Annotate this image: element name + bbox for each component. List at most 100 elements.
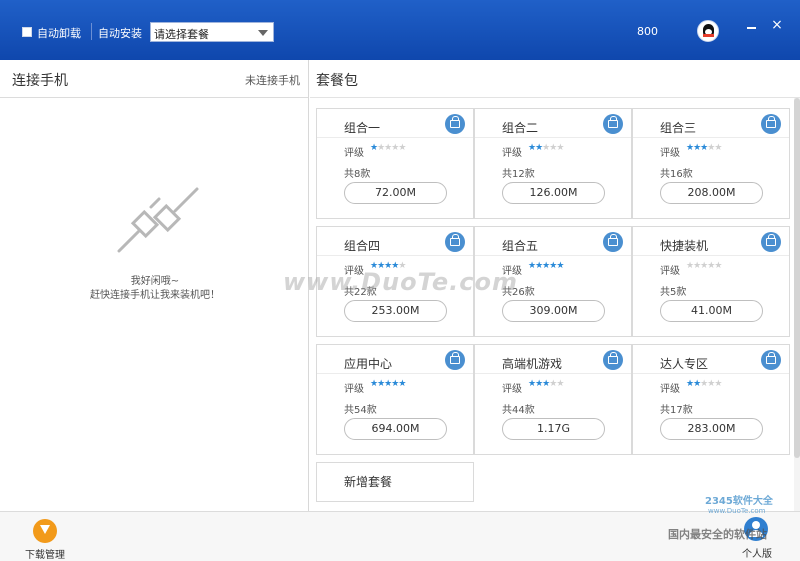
star-empty-icon: ★	[542, 143, 550, 153]
package-name: 组合二	[502, 121, 539, 135]
rating-stars: ★★★★★	[528, 143, 564, 153]
close-button[interactable]: ×	[770, 18, 784, 32]
new-package-card[interactable]: 新增套餐	[316, 462, 474, 502]
scrollbar-thumb[interactable]	[794, 98, 800, 458]
package-name: 应用中心	[344, 357, 393, 371]
package-size-button[interactable]: 283.00M	[660, 418, 763, 440]
star-empty-icon: ★	[398, 261, 406, 271]
star-filled-icon: ★	[693, 379, 701, 389]
star-filled-icon: ★	[528, 143, 536, 153]
star-filled-icon: ★	[700, 143, 708, 153]
app-count: 共16款	[660, 169, 693, 180]
star-filled-icon: ★	[528, 379, 536, 389]
package-card[interactable]: 组合二 评级 ★★★★★ 共12款 126.00M	[474, 108, 632, 219]
package-card[interactable]: 组合一 评级 ★★★★★ 共8款 72.00M	[316, 108, 474, 219]
rating-label: 评级	[344, 148, 364, 159]
package-size-button[interactable]: 694.00M	[344, 418, 447, 440]
watermark-2345-url: www.DuoTe.com	[708, 507, 766, 515]
star-empty-icon: ★	[384, 143, 392, 153]
auto-install-label[interactable]: 自动安装	[98, 25, 142, 41]
count-text: 800	[637, 25, 658, 38]
rating-label: 评级	[502, 148, 522, 159]
package-select[interactable]: 请选择套餐	[150, 22, 274, 42]
phone-panel: 连接手机 未连接手机 我好闲哦~ 赶快连接手机让我来装机吧！	[0, 60, 309, 511]
bag-icon[interactable]	[445, 114, 465, 134]
rating-label: 评级	[660, 266, 680, 277]
star-filled-icon: ★	[535, 261, 543, 271]
empty-message-line1: 我好闲哦~	[130, 276, 180, 287]
star-filled-icon: ★	[391, 261, 399, 271]
package-size-button[interactable]: 126.00M	[502, 182, 605, 204]
package-size-button[interactable]: 72.00M	[344, 182, 447, 204]
divider	[633, 137, 789, 138]
star-filled-icon: ★	[370, 261, 378, 271]
bag-icon[interactable]	[603, 232, 623, 252]
app-count: 共8款	[344, 169, 371, 180]
star-empty-icon: ★	[377, 143, 385, 153]
rating-label: 评级	[502, 384, 522, 395]
star-empty-icon: ★	[556, 143, 564, 153]
divider	[633, 373, 789, 374]
star-filled-icon: ★	[528, 261, 536, 271]
package-size-button[interactable]: 309.00M	[502, 300, 605, 322]
watermark-2345: 2345软件大全	[705, 496, 773, 507]
star-filled-icon: ★	[686, 143, 694, 153]
scrollbar[interactable]	[794, 98, 800, 511]
package-card[interactable]: 组合四 评级 ★★★★★ 共22款 253.00M	[316, 226, 474, 337]
star-filled-icon: ★	[535, 143, 543, 153]
rating-label: 评级	[660, 384, 680, 395]
bag-icon[interactable]	[761, 350, 781, 370]
divider	[475, 137, 631, 138]
package-size-button[interactable]: 253.00M	[344, 300, 447, 322]
package-card[interactable]: 达人专区 评级 ★★★★★ 共17款 283.00M	[632, 344, 790, 455]
phone-panel-title: 连接手机	[12, 73, 68, 89]
app-count: 共17款	[660, 405, 693, 416]
star-empty-icon: ★	[398, 143, 406, 153]
connection-status: 未连接手机	[245, 74, 300, 87]
star-empty-icon: ★	[707, 143, 715, 153]
package-card[interactable]: 高端机游戏 评级 ★★★★★ 共44款 1.17G	[474, 344, 632, 455]
bag-icon[interactable]	[603, 114, 623, 134]
package-size-button[interactable]: 41.00M	[660, 300, 763, 322]
bag-icon[interactable]	[761, 232, 781, 252]
divider	[475, 255, 631, 256]
package-card[interactable]: 快捷装机 评级 ★★★★★ 共5款 41.00M	[632, 226, 790, 337]
star-filled-icon: ★	[384, 379, 392, 389]
package-card[interactable]: 应用中心 评级 ★★★★★ 共54款 694.00M	[316, 344, 474, 455]
package-card[interactable]: 组合五 评级 ★★★★★ 共26款 309.00M	[474, 226, 632, 337]
bag-icon[interactable]	[603, 350, 623, 370]
auto-uninstall-label[interactable]: 自动卸载	[37, 25, 81, 41]
download-manager-label[interactable]: 下载管理	[25, 546, 65, 561]
new-package-label: 新增套餐	[344, 475, 393, 489]
star-empty-icon: ★	[693, 261, 701, 271]
package-size-button[interactable]: 208.00M	[660, 182, 763, 204]
package-name: 达人专区	[660, 357, 709, 371]
bag-icon[interactable]	[445, 232, 465, 252]
star-empty-icon: ★	[714, 143, 722, 153]
rating-stars: ★★★★★	[370, 379, 406, 389]
qq-avatar-icon[interactable]	[697, 20, 719, 42]
minimize-button[interactable]	[747, 27, 756, 29]
package-card[interactable]: 组合三 评级 ★★★★★ 共16款 208.00M	[632, 108, 790, 219]
auto-uninstall-checkbox[interactable]	[22, 27, 32, 37]
star-filled-icon: ★	[535, 379, 543, 389]
unplugged-icon	[117, 187, 199, 253]
star-filled-icon: ★	[370, 379, 378, 389]
star-empty-icon: ★	[391, 143, 399, 153]
chevron-down-icon	[258, 30, 268, 36]
app-count: 共44款	[502, 405, 535, 416]
star-filled-icon: ★	[693, 143, 701, 153]
package-name: 组合一	[344, 121, 381, 135]
divider	[317, 137, 473, 138]
download-icon[interactable]	[33, 519, 57, 543]
rating-label: 评级	[344, 384, 364, 395]
star-empty-icon: ★	[714, 261, 722, 271]
star-filled-icon: ★	[370, 143, 378, 153]
bag-icon[interactable]	[761, 114, 781, 134]
star-filled-icon: ★	[556, 261, 564, 271]
personal-edition-label[interactable]: 个人版	[742, 545, 772, 560]
package-select-value: 请选择套餐	[154, 28, 209, 41]
package-size-button[interactable]: 1.17G	[502, 418, 605, 440]
bag-icon[interactable]	[445, 350, 465, 370]
star-filled-icon: ★	[384, 261, 392, 271]
